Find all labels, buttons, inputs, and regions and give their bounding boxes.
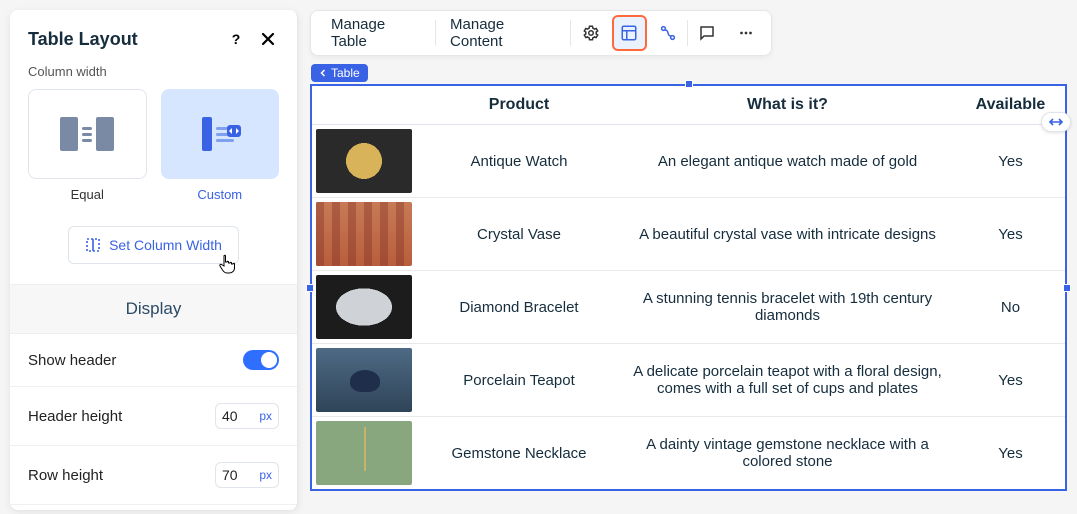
cell-image[interactable] <box>311 271 419 344</box>
toolbar-divider <box>570 20 571 46</box>
animation-icon <box>659 24 677 42</box>
col-header-product[interactable]: Product <box>419 85 619 125</box>
manage-content-label: Manage Content <box>450 16 556 50</box>
canvas-area: Manage Table Manage Content <box>298 0 1077 514</box>
header-height-unit: px <box>259 409 272 423</box>
more-icon <box>737 24 755 42</box>
cell-product[interactable]: Gemstone Necklace <box>419 417 619 491</box>
table-header-row: Product What is it? Available <box>311 85 1066 125</box>
custom-width-icon <box>202 117 238 151</box>
cell-available[interactable]: Yes <box>956 125 1066 198</box>
panel-title: Table Layout <box>28 29 138 50</box>
product-thumbnail <box>316 275 412 339</box>
width-mode-cards: Equal Custom <box>10 89 297 212</box>
col-header-image[interactable] <box>311 85 419 125</box>
header-height-row: Header height 40 px <box>10 387 297 446</box>
display-section-heading: Display <box>10 284 297 334</box>
table-row[interactable]: Antique WatchAn elegant antique watch ma… <box>311 125 1066 198</box>
chevron-left-icon <box>319 69 327 77</box>
row-height-input[interactable]: 70 px <box>215 462 279 488</box>
data-table[interactable]: Product What is it? Available Antique Wa… <box>310 84 1067 491</box>
width-equal-label: Equal <box>71 187 104 202</box>
table-selection-frame: Product What is it? Available Antique Wa… <box>310 84 1067 491</box>
row-height-row: Row height 70 px <box>10 446 297 505</box>
more-button[interactable] <box>728 15 763 51</box>
svg-text:?: ? <box>232 31 241 47</box>
cell-available[interactable]: Yes <box>956 198 1066 271</box>
layout-button[interactable] <box>612 15 647 51</box>
cell-desc[interactable]: An elegant antique watch made of gold <box>619 125 956 198</box>
cell-desc[interactable]: A beautiful crystal vase with intricate … <box>619 198 956 271</box>
product-thumbnail <box>316 129 412 193</box>
manage-table-button[interactable]: Manage Table <box>317 11 435 55</box>
header-height-input[interactable]: 40 px <box>215 403 279 429</box>
cell-available[interactable]: No <box>956 271 1066 344</box>
comment-icon <box>698 24 716 42</box>
width-mode-custom[interactable]: Custom <box>161 89 280 202</box>
show-header-label: Show header <box>28 352 116 369</box>
close-icon[interactable] <box>257 28 279 50</box>
cell-product[interactable]: Porcelain Teapot <box>419 344 619 417</box>
cell-desc[interactable]: A stunning tennis bracelet with 19th cen… <box>619 271 956 344</box>
help-icon[interactable]: ? <box>225 28 247 50</box>
cell-available[interactable]: Yes <box>956 344 1066 417</box>
product-thumbnail <box>316 348 412 412</box>
show-header-row: Show header <box>10 334 297 387</box>
breadcrumb-pill[interactable]: Table <box>311 64 368 82</box>
row-height-value: 70 <box>222 467 238 483</box>
cell-product[interactable]: Diamond Bracelet <box>419 271 619 344</box>
floating-toolbar: Manage Table Manage Content <box>310 10 772 56</box>
row-height-label: Row height <box>28 467 103 484</box>
table-row[interactable]: Diamond BraceletA stunning tennis bracel… <box>311 271 1066 344</box>
cell-desc[interactable]: A delicate porcelain teapot with a flora… <box>619 344 956 417</box>
manage-content-button[interactable]: Manage Content <box>436 11 570 55</box>
animation-button[interactable] <box>651 15 686 51</box>
column-width-label: Column width <box>10 64 297 89</box>
gear-icon <box>582 24 600 42</box>
manage-table-label: Manage Table <box>331 16 421 50</box>
cell-product[interactable]: Crystal Vase <box>419 198 619 271</box>
column-width-icon <box>85 237 101 253</box>
width-mode-equal[interactable]: Equal <box>28 89 147 202</box>
cell-image[interactable] <box>311 344 419 417</box>
sidebar-panel: Table Layout ? Column width <box>10 10 298 510</box>
column-resize-handle[interactable] <box>1041 112 1071 132</box>
table-row[interactable]: Gemstone NecklaceA dainty vintage gemsto… <box>311 417 1066 491</box>
settings-button[interactable] <box>573 15 608 51</box>
row-height-unit: px <box>259 468 272 482</box>
table-row[interactable]: Porcelain TeapotA delicate porcelain tea… <box>311 344 1066 417</box>
width-custom-label: Custom <box>197 187 242 202</box>
breadcrumb-label: Table <box>331 66 360 80</box>
cell-available[interactable]: Yes <box>956 417 1066 491</box>
horizontal-arrows-icon <box>1048 117 1064 127</box>
table-row[interactable]: Crystal VaseA beautiful crystal vase wit… <box>311 198 1066 271</box>
header-height-value: 40 <box>222 408 238 424</box>
set-column-width-label: Set Column Width <box>109 237 222 253</box>
cell-image[interactable] <box>311 417 419 491</box>
col-header-desc[interactable]: What is it? <box>619 85 956 125</box>
cell-desc[interactable]: A dainty vintage gemstone necklace with … <box>619 417 956 491</box>
sidebar-header: Table Layout ? <box>10 10 297 64</box>
equal-width-icon <box>60 117 114 151</box>
selection-handle[interactable] <box>306 284 314 292</box>
show-header-toggle[interactable] <box>243 350 279 370</box>
cell-product[interactable]: Antique Watch <box>419 125 619 198</box>
cell-image[interactable] <box>311 198 419 271</box>
selection-handle[interactable] <box>685 80 693 88</box>
selection-handle[interactable] <box>1063 284 1071 292</box>
toolbar-divider <box>687 20 688 46</box>
cell-image[interactable] <box>311 125 419 198</box>
product-thumbnail <box>316 421 412 485</box>
layout-icon <box>620 24 638 42</box>
comment-button[interactable] <box>690 15 725 51</box>
header-height-label: Header height <box>28 408 122 425</box>
set-column-width-button[interactable]: Set Column Width <box>68 226 239 264</box>
product-thumbnail <box>316 202 412 266</box>
